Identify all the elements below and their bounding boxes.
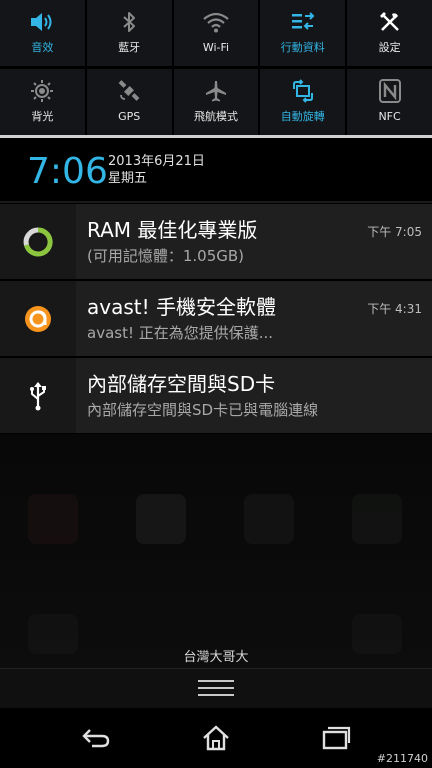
carrier-label: 台灣大哥大 (183, 650, 249, 665)
back-icon (82, 729, 110, 748)
notification-usb-storage[interactable]: 內部儲存空間與SD卡 內部儲存空間與SD卡已與電腦連線 (0, 358, 432, 433)
tile-auto-rotate[interactable]: 自動旋轉 (260, 69, 348, 135)
background-app-icon (352, 614, 402, 654)
mobile-data-icon (291, 9, 315, 35)
notification-ram-optimizer[interactable]: RAM 最佳化專業版 (可用記憶體：1.05GB) 下午 7:05 (0, 204, 432, 279)
date[interactable]: 2013年6月21日 (108, 154, 205, 170)
notification-title: 內部儲存空間與SD卡 (87, 372, 276, 396)
tile-nfc[interactable]: NFC (347, 69, 432, 135)
tile-wifi[interactable]: Wi-Fi (174, 0, 261, 66)
rotate-icon (290, 78, 316, 104)
airplane-icon (204, 78, 228, 104)
tile-settings[interactable]: 設定 (347, 0, 432, 66)
tile-gps-label: GPS (118, 110, 141, 123)
weekday: 星期五 (108, 171, 148, 186)
tile-mobile-data-label: 行動資料 (280, 41, 325, 54)
wifi-icon (203, 9, 229, 35)
watermark: #211740 (376, 752, 428, 765)
tile-brightness[interactable]: 背光 (0, 69, 87, 135)
notification-text: (可用記憶體：1.05GB) (87, 247, 245, 265)
quick-settings-row-1: 音效 藍牙 Wi-Fi 行動資料 設定 (0, 0, 432, 66)
tile-settings-label: 設定 (378, 41, 401, 54)
brightness-icon (30, 78, 54, 104)
background-app-icon (352, 494, 402, 544)
background-app-icon (28, 614, 78, 654)
notification-text: avast! 正在為您提供保護... (87, 324, 274, 342)
tile-auto-rotate-label: 自動旋轉 (280, 110, 325, 123)
background-app-icon (28, 494, 78, 544)
header-divider (0, 201, 432, 203)
usb-icon (0, 358, 76, 433)
tile-wifi-label: Wi-Fi (202, 41, 230, 54)
back-button[interactable] (76, 720, 116, 756)
tile-bluetooth-label: 藍牙 (118, 41, 141, 54)
recents-button[interactable] (316, 720, 356, 756)
tile-airplane-mode[interactable]: 飛航模式 (174, 69, 261, 135)
dimmed-home-screen (0, 434, 432, 668)
handle-grip-icon[interactable] (198, 680, 234, 698)
tile-bluetooth[interactable]: 藍牙 (87, 0, 174, 66)
notification-title: RAM 最佳化專業版 (87, 218, 258, 242)
tile-airplane-mode-label: 飛航模式 (193, 110, 238, 123)
tile-sound-label: 音效 (31, 41, 54, 54)
notification-avast[interactable]: avast! 手機安全軟體 avast! 正在為您提供保護... 下午 4:31 (0, 281, 432, 356)
quick-settings-panel: 音效 藍牙 Wi-Fi 行動資料 設定 背光 GPS 飛航模式 自動旋轉 NFC (0, 0, 432, 136)
tile-sound[interactable]: 音效 (0, 0, 87, 66)
notification-title: avast! 手機安全軟體 (87, 295, 276, 319)
tile-mobile-data[interactable]: 行動資料 (260, 0, 348, 66)
background-app-icon (244, 494, 294, 544)
bluetooth-icon (121, 9, 137, 35)
quick-settings-row-2: 背光 GPS 飛航模式 自動旋轉 NFC (0, 69, 432, 135)
notification-time: 下午 4:31 (367, 302, 422, 316)
recents-icon (322, 726, 351, 750)
home-icon (203, 725, 229, 751)
avast-icon (0, 281, 76, 356)
tile-brightness-label: 背光 (31, 110, 54, 123)
clock: 7:06 (27, 151, 108, 192)
volume-icon (29, 9, 55, 35)
tile-gps[interactable]: GPS (87, 69, 174, 135)
gps-satellite-icon (117, 78, 141, 104)
tile-nfc-label: NFC (378, 110, 401, 123)
notification-time: 下午 7:05 (367, 225, 422, 239)
nfc-icon (378, 78, 401, 104)
home-button[interactable] (196, 720, 236, 756)
notification-text: 內部儲存空間與SD卡已與電腦連線 (87, 401, 319, 419)
ram-optimizer-icon (0, 204, 76, 279)
background-app-icon (136, 494, 186, 544)
settings-tools-icon (378, 9, 402, 35)
